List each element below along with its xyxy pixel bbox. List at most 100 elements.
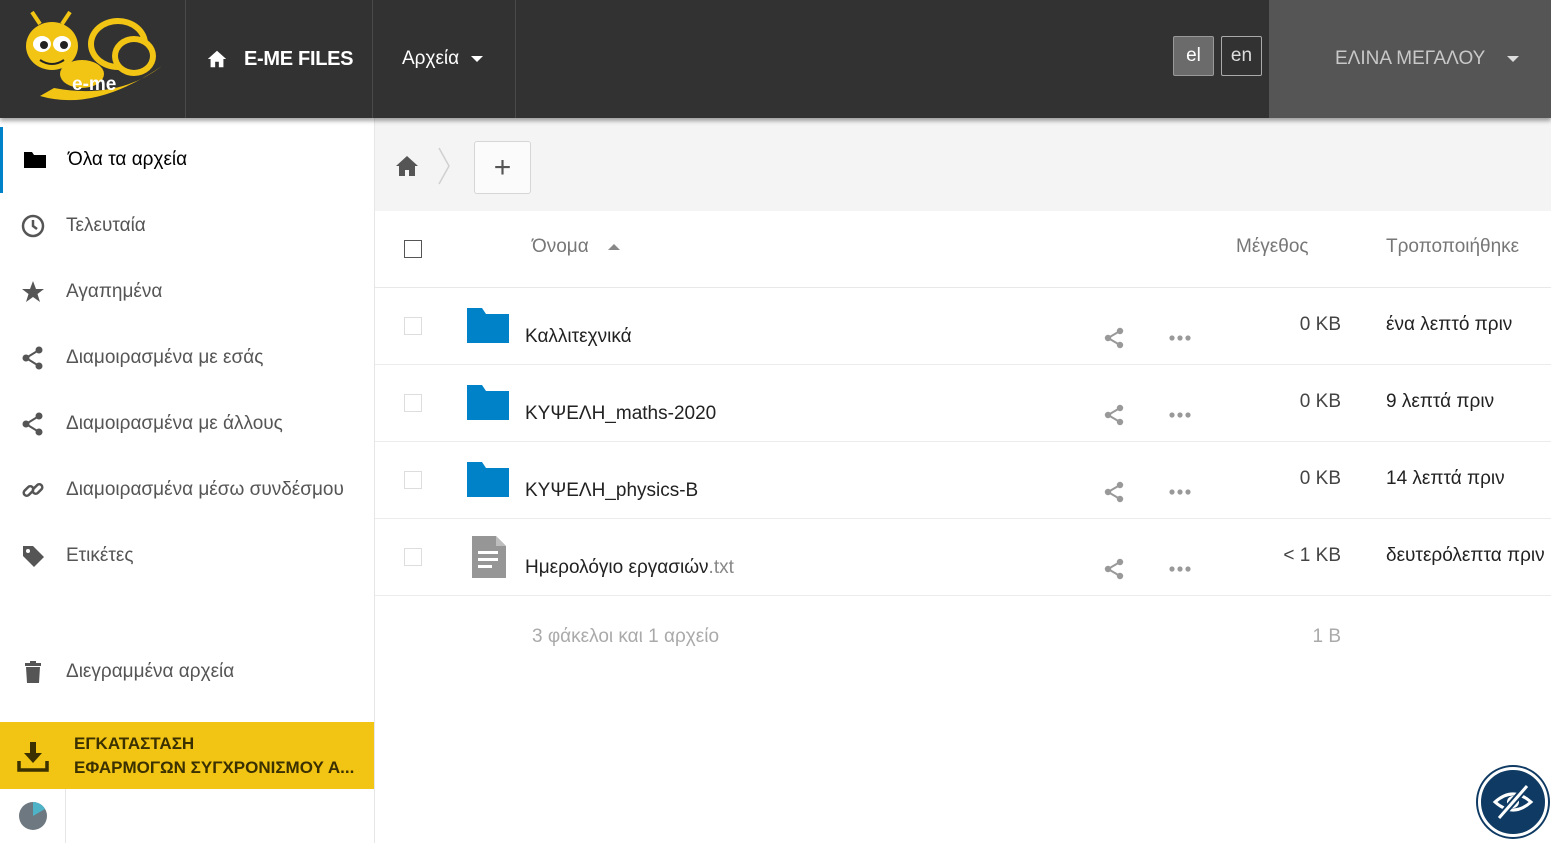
sidebar-item-deleted-files[interactable]: Διεγραμμένα αρχεία: [0, 639, 374, 705]
table-row[interactable]: Καλλιτεχνικά 0 KB ένα λεπτό πριν: [375, 288, 1551, 365]
sidebar-item-label: Ετικέτες: [66, 545, 134, 566]
share-icon[interactable]: [1102, 326, 1126, 350]
sidebar-item-label: Αγαπημένα: [66, 281, 163, 302]
sidebar-item-shared-with-others[interactable]: Διαμοιρασμένα με άλλους: [0, 391, 374, 457]
more-options-icon[interactable]: [1168, 328, 1192, 348]
file-list-summary: 3 φάκελοι και 1 αρχείο 1 B: [375, 596, 1551, 686]
logo-text: e-me: [72, 74, 116, 95]
column-header-name[interactable]: Όνομα: [532, 236, 620, 258]
sort-ascending-icon: [608, 243, 620, 250]
sidebar-item-label: Διαμοιρασμένα μέσω συνδέσμου: [66, 479, 344, 500]
breadcrumb-home-icon[interactable]: [395, 154, 419, 178]
sidebar-item-label: Διαμοιρασμένα με εσάς: [66, 347, 264, 368]
file-name-text: ΚΥΨΕΛΗ_maths-2020: [525, 403, 717, 424]
folder-icon: [467, 385, 509, 420]
eme-logo[interactable]: e-me: [0, 0, 186, 118]
star-icon: [22, 281, 44, 302]
sidebar-item-shared-by-link[interactable]: Διαμοιρασμένα μέσω συνδέσμου: [0, 457, 374, 523]
more-options-icon[interactable]: [1168, 559, 1192, 579]
quota-pie-icon: [18, 802, 47, 830]
files-dropdown-label: Αρχεία: [402, 48, 460, 69]
column-name-label: Όνομα: [532, 236, 589, 257]
file-name[interactable]: ΚΥΨΕΛΗ_physics-B: [525, 480, 698, 502]
share-icon[interactable]: [1102, 403, 1126, 427]
file-name-text: Ημερολόγιο εργασιών: [525, 557, 709, 578]
file-name[interactable]: ΚΥΨΕΛΗ_maths-2020: [525, 403, 716, 425]
file-list-area: + Όνομα Μέγεθος Τροποποιήθηκε Καλλιτεχνι…: [375, 118, 1551, 843]
sidebar-item-shared-with-you[interactable]: Διαμοιρασμένα με εσάς: [0, 325, 374, 391]
share-icon[interactable]: [1102, 557, 1126, 581]
share-icon: [22, 412, 43, 436]
share-icon[interactable]: [1102, 480, 1126, 504]
sidebar-item-label: Διεγραμμένα αρχεία: [66, 661, 235, 682]
trash-icon: [25, 661, 41, 683]
sync-banner-line2: ΕΦΑΡΜΟΓΩΝ ΣΥΓΧΡΟΝΙΣΜΟΥ Α...: [74, 757, 355, 777]
home-icon: [207, 50, 227, 68]
file-modified: δευτερόλεπτα πριν: [1386, 545, 1545, 566]
column-size-label: Μέγεθος: [1236, 236, 1309, 257]
file-size: 0 KB: [1299, 314, 1341, 335]
sidebar-item-all-files[interactable]: Όλα τα αρχεία: [0, 127, 374, 193]
file-size: 0 KB: [1299, 468, 1341, 489]
sidebar-item-tags[interactable]: Ετικέτες: [0, 523, 374, 589]
bee-logo-icon: e-me: [26, 10, 162, 101]
column-modified-label: Τροποποιήθηκε: [1386, 236, 1520, 257]
new-item-button[interactable]: +: [474, 141, 531, 194]
table-row[interactable]: Ημερολόγιο εργασιών.txt < 1 KB δευτερόλε…: [375, 519, 1551, 596]
file-size: < 1 KB: [1283, 545, 1341, 566]
row-checkbox[interactable]: [404, 317, 422, 335]
summary-total-size: 1 B: [1312, 626, 1341, 647]
sidebar-item-label: Διαμοιρασμένα με άλλους: [66, 413, 283, 434]
file-name[interactable]: Ημερολόγιο εργασιών.txt: [525, 557, 734, 579]
sidebar-item-label: Όλα τα αρχεία: [68, 149, 188, 170]
language-el-label: el: [1186, 45, 1201, 66]
sync-apps-banner[interactable]: ΕΓΚΑΤΑΣΤΑΣΗ ΕΦΑΡΜΟΓΩΝ ΣΥΓΧΡΟΝΙΣΜΟΥ Α...: [0, 722, 374, 789]
file-name[interactable]: Καλλιτεχνικά: [525, 326, 632, 348]
file-modified: 9 λεπτά πριν: [1386, 391, 1495, 412]
tag-icon: [23, 546, 44, 567]
table-row[interactable]: ΚΥΨΕΛΗ_physics-B 0 KB 14 λεπτά πριν: [375, 442, 1551, 519]
breadcrumb-separator-icon: [438, 147, 450, 185]
sync-banner-line1: ΕΓΚΑΤΑΣΤΑΣΗ: [74, 733, 195, 753]
sidebar-item-favorites[interactable]: Αγαπημένα: [0, 259, 374, 325]
sidebar-item-recent[interactable]: Τελευταία: [0, 193, 374, 259]
user-menu[interactable]: ΕΛΙΝΑ ΜΕΓΑΛΟΥ: [1269, 0, 1551, 118]
folder-icon: [467, 308, 509, 343]
accessibility-button[interactable]: [1478, 767, 1548, 837]
plus-icon: +: [493, 150, 512, 184]
sync-banner-text: ΕΓΚΑΤΑΣΤΑΣΗ ΕΦΑΡΜΟΓΩΝ ΣΥΓΧΡΟΝΙΣΜΟΥ Α...: [74, 732, 354, 780]
more-options-icon[interactable]: [1168, 405, 1192, 425]
file-extension: .txt: [708, 557, 734, 578]
sidebar-item-label: Τελευταία: [66, 215, 146, 236]
file-size: 0 KB: [1299, 391, 1341, 412]
eye-slash-icon: [1492, 783, 1534, 821]
user-name: ΕΛΙΝΑ ΜΕΓΑΛΟΥ: [1335, 48, 1486, 69]
text-file-icon: [472, 536, 506, 578]
files-dropdown[interactable]: Αρχεία: [373, 0, 516, 118]
app-name: E-ME FILES: [244, 47, 354, 70]
language-en-label: en: [1230, 45, 1253, 66]
controls-bar: +: [375, 118, 1551, 211]
file-table-header: Όνομα Μέγεθος Τροποποιήθηκε: [375, 211, 1551, 288]
chevron-down-icon: [1507, 56, 1520, 62]
file-modified: ένα λεπτό πριν: [1386, 314, 1513, 335]
table-row[interactable]: ΚΥΨΕΛΗ_maths-2020 0 KB 9 λεπτά πριν: [375, 365, 1551, 442]
share-icon: [22, 346, 43, 370]
row-checkbox[interactable]: [404, 471, 422, 489]
link-icon: [22, 482, 44, 498]
file-name-text: ΚΥΨΕΛΗ_physics-B: [525, 480, 699, 501]
select-all-checkbox[interactable]: [404, 240, 422, 258]
language-en-button[interactable]: en: [1221, 36, 1262, 76]
home-link[interactable]: E-ME FILES: [186, 0, 373, 118]
more-options-icon[interactable]: [1168, 482, 1192, 502]
language-el-button[interactable]: el: [1173, 36, 1214, 76]
sidebar: Όλα τα αρχεία Τελευταία Αγαπημένα Διαμοι…: [0, 118, 375, 843]
row-checkbox[interactable]: [404, 548, 422, 566]
column-header-size[interactable]: Μέγεθος: [1236, 236, 1309, 258]
summary-count: 3 φάκελοι και 1 αρχείο: [532, 626, 720, 647]
download-icon: [17, 741, 49, 772]
row-checkbox[interactable]: [404, 394, 422, 412]
storage-quota[interactable]: [0, 789, 66, 843]
column-header-modified[interactable]: Τροποποιήθηκε: [1386, 236, 1519, 258]
file-name-text: Καλλιτεχνικά: [525, 326, 632, 347]
